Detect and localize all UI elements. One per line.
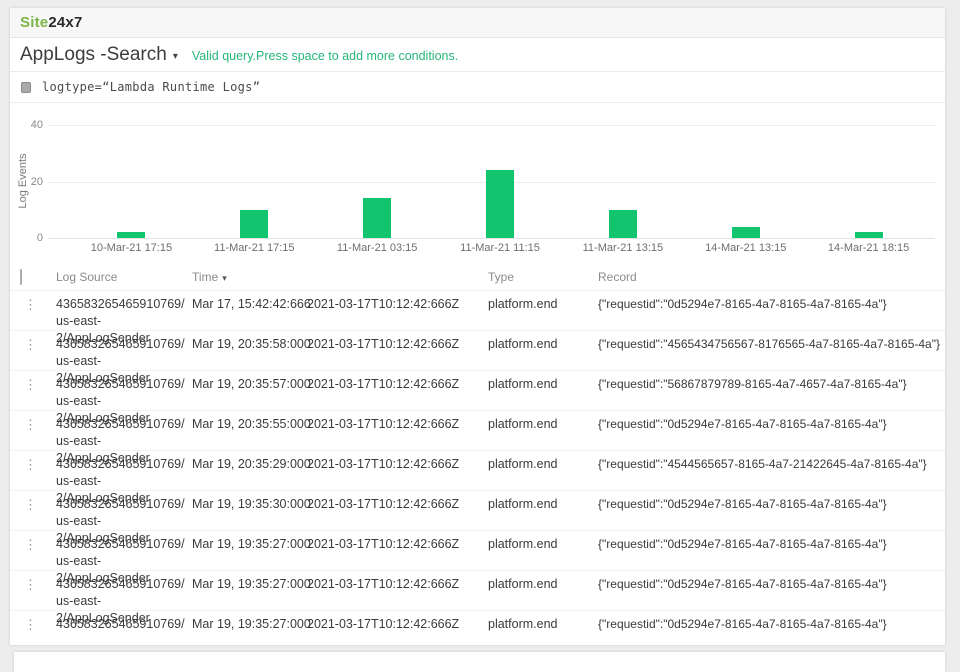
query-status-message: Valid query.Press space to add more cond…: [192, 49, 458, 63]
column-header-log-source[interactable]: Log Source: [56, 270, 192, 284]
cell-log-source: 436583265465910769/: [56, 611, 192, 645]
column-header-time[interactable]: Time▾: [192, 270, 307, 284]
table-header-row: Log Source Time▾ Type Record: [10, 263, 945, 291]
table-row[interactable]: ⋮436583265465910769/us-east-2/AppLogSend…: [10, 331, 945, 371]
sort-desc-icon: ▾: [222, 273, 227, 283]
table-row[interactable]: ⋮436583265465910769/us-east-2/AppLogSend…: [10, 371, 945, 411]
bar[interactable]: [486, 170, 514, 238]
x-axis-tick: 11-Mar-21 17:15: [193, 242, 316, 254]
column-header-type[interactable]: Type: [488, 270, 598, 284]
table-row[interactable]: ⋮436583265465910769/us-east-2/AppLogSend…: [10, 291, 945, 331]
next-panel-edge: [14, 652, 945, 672]
gridline: [48, 238, 935, 239]
query-icon: [21, 82, 31, 93]
bar-slot: [70, 125, 193, 238]
select-all-checkbox[interactable]: [20, 269, 22, 285]
x-axis-tick: 11-Mar-21 11:15: [439, 242, 562, 254]
page-title: AppLogs -Search: [20, 44, 167, 66]
cell-type: platform.end: [488, 611, 598, 645]
applogs-panel: Site24x7 AppLogs -Search ▾ Valid query.P…: [10, 8, 945, 645]
x-axis-tick: 11-Mar-21 03:15: [316, 242, 439, 254]
logo-part-site: Site: [20, 14, 48, 31]
cell-record: {"requestid":"0d5294e7-8165-4a7-8165-4a7…: [598, 611, 945, 645]
bar-slot: [439, 125, 562, 238]
bar-slot: [807, 125, 930, 238]
x-axis-tick: 10-Mar-21 17:15: [70, 242, 193, 254]
bar[interactable]: [363, 198, 391, 238]
column-header-record[interactable]: Record: [598, 270, 945, 284]
bar[interactable]: [240, 210, 268, 238]
top-bar: Site24x7: [10, 8, 945, 38]
table-row[interactable]: ⋮436583265465910769/us-east-2/AppLogSend…: [10, 531, 945, 571]
bar-slot: [193, 125, 316, 238]
chevron-down-icon[interactable]: ▾: [173, 51, 178, 62]
x-axis-tick: 14-Mar-21 18:15: [807, 242, 930, 254]
bar-slot: [316, 125, 439, 238]
x-axis-labels: 10-Mar-21 17:1511-Mar-21 17:1511-Mar-21 …: [70, 242, 930, 254]
cell-iso-time: 2021-03-17T10:12:42:666Z: [307, 611, 488, 645]
bar-slot: [684, 125, 807, 238]
table-row[interactable]: ⋮436583265465910769/us-east-2/AppLogSend…: [10, 411, 945, 451]
table-row[interactable]: ⋮436583265465910769/us-east-2/AppLogSend…: [10, 451, 945, 491]
query-input[interactable]: logtype=“Lambda Runtime Logs”: [42, 80, 260, 94]
log-table-body: ⋮436583265465910769/us-east-2/AppLogSend…: [10, 291, 945, 645]
bar[interactable]: [609, 210, 637, 238]
y-axis-tick: 0: [10, 232, 43, 244]
row-menu-icon[interactable]: ⋮: [10, 611, 56, 645]
y-axis-tick: 40: [10, 119, 43, 131]
title-row: AppLogs -Search ▾ Valid query.Press spac…: [10, 38, 945, 72]
cell-time: Mar 19, 19:35:27:000: [192, 611, 307, 645]
bar[interactable]: [732, 227, 760, 238]
plot-area: [70, 125, 930, 238]
x-axis-tick: 11-Mar-21 13:15: [561, 242, 684, 254]
bar[interactable]: [117, 232, 145, 238]
logo-part-24x7: 24x7: [48, 14, 82, 31]
table-row[interactable]: ⋮436583265465910769/us-east-2/AppLogSend…: [10, 491, 945, 531]
chart: Log Events 0204010-Mar-21 17:1511-Mar-21…: [10, 103, 945, 263]
table-row[interactable]: ⋮436583265465910769/Mar 19, 19:35:27:000…: [10, 611, 945, 645]
query-bar[interactable]: logtype=“Lambda Runtime Logs”: [10, 72, 945, 103]
table-row[interactable]: ⋮436583265465910769/us-east-2/AppLogSend…: [10, 571, 945, 611]
bar[interactable]: [855, 232, 883, 238]
x-axis-tick: 14-Mar-21 13:15: [684, 242, 807, 254]
bar-slot: [561, 125, 684, 238]
y-axis-tick: 20: [10, 176, 43, 188]
site24x7-logo: Site24x7: [20, 14, 82, 31]
